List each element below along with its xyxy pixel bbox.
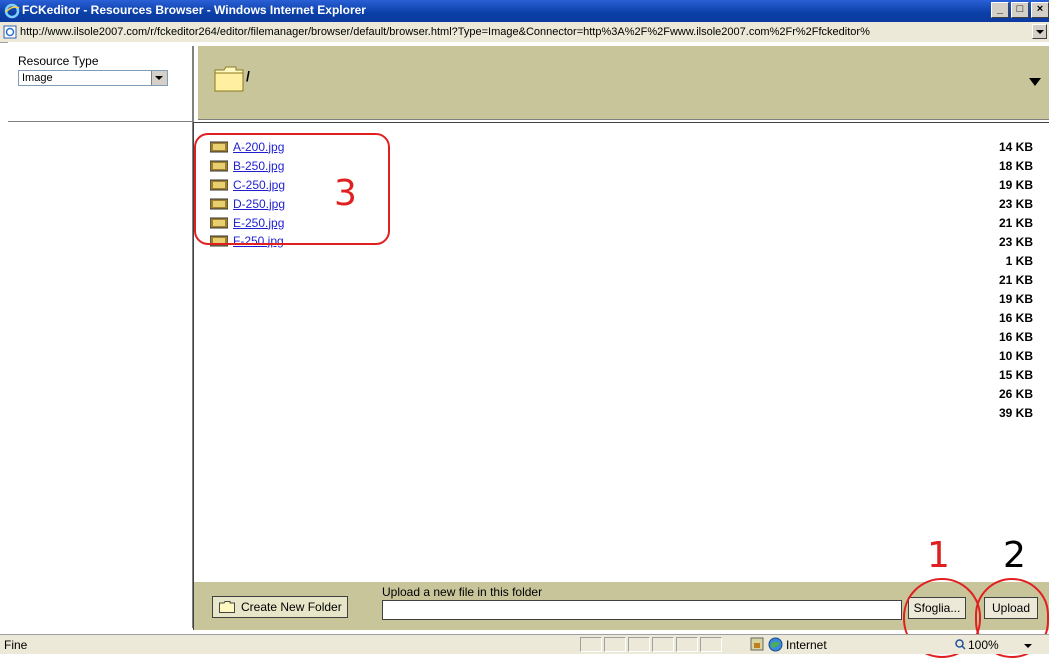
file-size: 23 KB: [998, 235, 1033, 249]
annotation-number-3: 3: [334, 173, 357, 214]
security-zone-label: Internet: [786, 638, 827, 652]
resources-browser-frame: Resource Type Image / A-200.jpg B-250.jp…: [8, 42, 1049, 630]
close-button[interactable]: ×: [1031, 2, 1049, 18]
upload-label: Upload a new file in this folder: [382, 585, 543, 599]
status-segment: [628, 637, 650, 652]
annotation-circle-3: [194, 133, 390, 245]
chevron-down-icon[interactable]: [151, 71, 167, 85]
file-size: 19 KB: [998, 178, 1033, 192]
internet-zone-icon: [768, 637, 783, 652]
upload-file-input[interactable]: [382, 600, 902, 620]
address-bar: http://www.ilsole2007.com/r/fckeditor264…: [0, 22, 1049, 43]
status-segment: [604, 637, 626, 652]
file-size: 1 KB: [1005, 254, 1033, 268]
left-panel: Resource Type Image: [8, 46, 194, 628]
file-size: 26 KB: [998, 387, 1033, 401]
status-bar: Fine Internet 100%: [0, 634, 1049, 654]
window-title: FCKeditor - Resources Browser - Windows …: [22, 3, 366, 17]
url-field[interactable]: http://www.ilsole2007.com/r/fckeditor264…: [20, 26, 1030, 38]
file-size: 39 KB: [998, 406, 1033, 420]
chevron-down-icon[interactable]: [1029, 78, 1041, 86]
zoom-icon: [955, 639, 966, 650]
status-segment: [652, 637, 674, 652]
internet-explorer-icon: [4, 3, 20, 19]
file-size: 10 KB: [998, 349, 1033, 363]
file-size: 18 KB: [998, 159, 1033, 173]
create-folder-button[interactable]: Create New Folder: [212, 596, 348, 618]
address-dropdown-button[interactable]: [1032, 24, 1047, 39]
folder-path-bar: /: [198, 46, 1049, 120]
file-size: 14 KB: [998, 140, 1033, 154]
create-folder-label: Create New Folder: [241, 600, 342, 614]
status-segment: [676, 637, 698, 652]
annotation-number-1: 1: [927, 535, 950, 576]
file-size: 21 KB: [998, 273, 1033, 287]
status-segment: [580, 637, 602, 652]
resource-type-value: Image: [22, 72, 53, 84]
annotation-number-2: 2: [1003, 535, 1026, 576]
zoom-level[interactable]: 100%: [968, 638, 999, 652]
file-size: 21 KB: [998, 216, 1033, 230]
resource-type-select[interactable]: Image: [18, 70, 168, 86]
file-size: 23 KB: [998, 197, 1033, 211]
restore-button[interactable]: □: [1011, 2, 1029, 18]
current-path: /: [246, 68, 250, 84]
page-icon: [3, 25, 17, 39]
folder-icon: [219, 601, 235, 613]
resource-type-box: Resource Type Image: [8, 46, 192, 122]
minimize-button[interactable]: _: [991, 2, 1009, 18]
file-size: 16 KB: [998, 330, 1033, 344]
chevron-down-icon[interactable]: [1024, 644, 1032, 648]
window-titlebar: FCKeditor - Resources Browser - Windows …: [0, 0, 1049, 22]
security-icon: [750, 637, 764, 651]
file-size: 15 KB: [998, 368, 1033, 382]
status-text: Fine: [4, 638, 28, 652]
file-size: 16 KB: [998, 311, 1033, 325]
resource-type-label: Resource Type: [18, 54, 99, 68]
folder-icon: [214, 66, 244, 92]
status-segment: [700, 637, 722, 652]
file-size: 19 KB: [998, 292, 1033, 306]
